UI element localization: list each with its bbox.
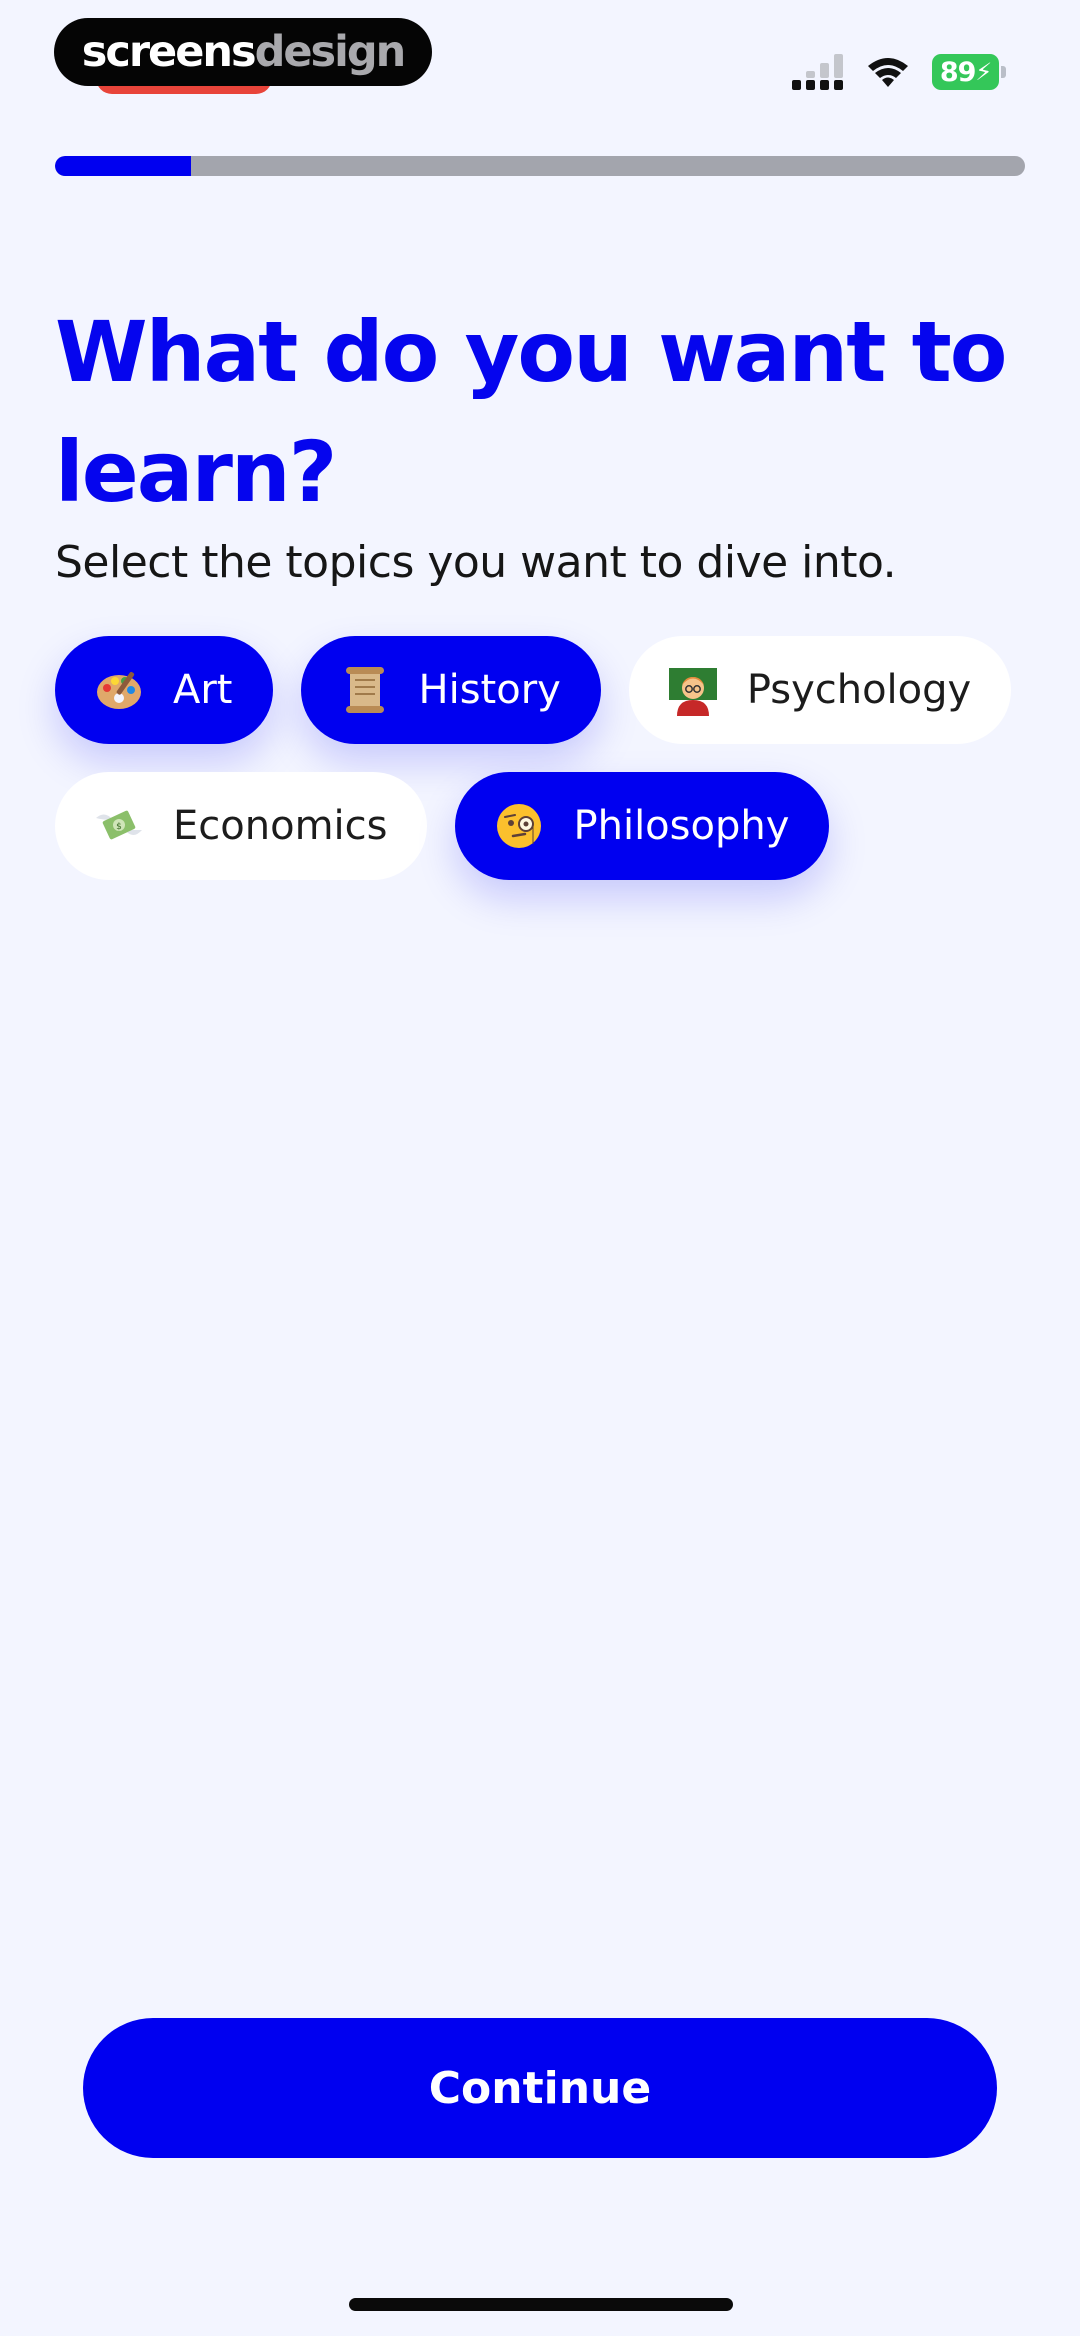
page-title: What do you want to learn? <box>55 303 1007 521</box>
cellular-signal-icon <box>792 54 843 90</box>
status-bar: screens design 89 ⚡ <box>0 0 1080 120</box>
continue-button[interactable]: Continue <box>83 2018 997 2158</box>
topic-chip-history[interactable]: History <box>300 636 601 744</box>
svg-text:$: $ <box>116 822 122 832</box>
topic-chip-economics[interactable]: $ Economics <box>55 772 428 880</box>
scroll-icon <box>337 662 393 718</box>
teacher-icon <box>665 662 721 718</box>
watermark-text-design: design <box>254 27 407 77</box>
wifi-icon <box>868 58 908 87</box>
topic-chip-label: Art <box>173 667 233 713</box>
topic-chip-list: Art History Psychology $ Economics Philo… <box>55 636 1045 880</box>
monocle-face-icon <box>491 798 547 854</box>
topic-chip-label: Economics <box>173 803 388 849</box>
screensdesign-watermark: screens design <box>54 18 432 86</box>
home-indicator <box>349 2298 733 2311</box>
onboarding-progress-bar <box>55 156 1025 176</box>
topic-chip-psychology[interactable]: Psychology <box>628 636 1012 744</box>
palette-icon <box>91 662 147 718</box>
progress-fill <box>55 156 191 176</box>
topic-chip-art[interactable]: Art <box>55 636 273 744</box>
watermark-text-screens: screens <box>81 27 257 77</box>
page-subtitle: Select the topics you want to dive into. <box>55 537 897 588</box>
topic-chip-label: Psychology <box>746 667 972 713</box>
topic-chip-label: History <box>418 667 561 713</box>
battery-tip <box>1001 66 1006 78</box>
battery-indicator: 89 ⚡ <box>932 54 1006 90</box>
money-with-wings-icon: $ <box>91 798 147 854</box>
battery-level-label: 89 ⚡ <box>932 54 1000 90</box>
topic-chip-label: Philosophy <box>573 803 790 849</box>
topic-chip-philosophy[interactable]: Philosophy <box>455 772 830 880</box>
